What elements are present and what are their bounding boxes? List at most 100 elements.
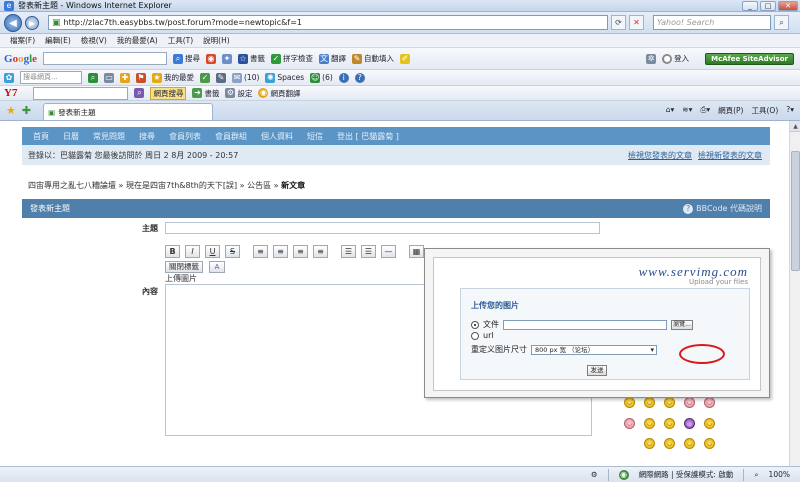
google-search-button[interactable]: ⌕ 搜尋 (173, 53, 200, 64)
msn-check-icon[interactable]: ✓ (200, 72, 210, 83)
msn-favorites-button[interactable]: ★ 我的最愛 (152, 72, 194, 83)
msn-messenger-button[interactable]: ☺ (6) (310, 72, 333, 83)
smiley-icon[interactable]: ◡ (644, 397, 655, 408)
msn-edit-icon[interactable]: ✎ (216, 72, 226, 83)
msn-info-icon[interactable]: i (338, 72, 349, 83)
menu-view[interactable]: 檢視(V) (81, 35, 107, 46)
scroll-up-icon[interactable]: ▲ (790, 121, 800, 132)
search-input[interactable]: Yahoo! Search (653, 15, 771, 30)
nav-profile[interactable]: 個人資料 (261, 131, 293, 142)
nav-logout[interactable]: 登出 [ 巴貓露菊 ] (337, 131, 399, 142)
yahoo-web-search-button[interactable]: 網頁搜尋 (150, 86, 187, 100)
image-icon[interactable]: ▦ (409, 245, 424, 258)
align-center-icon[interactable]: ≡ (273, 245, 288, 258)
smiley-icon[interactable]: ◡ (664, 438, 675, 449)
home-icon[interactable]: ⌂▾ (666, 105, 675, 116)
back-button[interactable]: ◀ (4, 13, 22, 32)
page-menu-button[interactable]: 網頁(P) (718, 105, 743, 116)
upload-image-link[interactable]: 上傳圖片 (165, 273, 197, 284)
autofill-button[interactable]: ✎ 自動填入 (352, 53, 394, 64)
menu-file[interactable]: 檔案(F) (10, 35, 35, 46)
spellcheck-button[interactable]: ✓ 拼字檢查 (271, 53, 313, 64)
bbcode-help-link[interactable]: ? BBCode 代碼說明 (683, 203, 762, 214)
strike-button[interactable]: S (225, 245, 240, 258)
search-go-icon[interactable]: ⌕ (774, 15, 789, 30)
menu-edit[interactable]: 編輯(E) (45, 35, 71, 46)
breadcrumb-forum[interactable]: 四宙專用之亂七八糟論壇 (28, 181, 116, 190)
zoom-level[interactable]: 100% (769, 470, 790, 479)
menu-favorites[interactable]: 我的最愛(A) (117, 35, 158, 46)
msn-search-input[interactable]: 搜尋網頁... (20, 71, 82, 84)
smiley-icon[interactable]: ◡ (704, 418, 715, 429)
pig-smiley-icon[interactable]: ◡ (624, 418, 635, 429)
msn-spaces-button[interactable]: ✺ Spaces (265, 72, 304, 83)
smiley-icon[interactable]: ◡ (624, 397, 635, 408)
minimize-button[interactable]: _ (742, 1, 758, 11)
hr-icon[interactable]: — (381, 245, 396, 258)
zoom-icon[interactable]: ⌕ (754, 470, 758, 480)
view-your-posts-link[interactable]: 檢視您發表的文章 (628, 150, 692, 161)
google-login-button[interactable]: ● 登入 (662, 53, 689, 64)
close-tags-button[interactable]: 關閉標籤 (165, 261, 203, 273)
yahoo-search-icon[interactable]: ⌕ (134, 88, 145, 98)
file-path-input[interactable] (503, 319, 667, 330)
url-radio[interactable] (471, 331, 479, 340)
print-icon[interactable]: ⎙▾ (700, 105, 710, 116)
yahoo-translate-button[interactable]: ◉ 網頁翻譯 (258, 88, 300, 99)
breadcrumb-category[interactable]: 現在是四宙7th&8th的天下[誤] (126, 181, 237, 190)
mcafee-siteadvisor-button[interactable]: McAfee SiteAdvisor (705, 52, 794, 65)
align-left-icon[interactable]: ≡ (253, 245, 268, 258)
bold-button[interactable]: B (165, 245, 180, 258)
add-favorites-icon[interactable]: ✚ (22, 104, 31, 117)
file-radio[interactable] (471, 320, 479, 329)
forward-button[interactable]: ▶ (25, 15, 39, 30)
pig-smiley-icon[interactable]: ◡ (684, 397, 695, 408)
help-menu-icon[interactable]: ?▾ (786, 105, 794, 116)
msn-mail-button[interactable]: ✉ (10) (232, 72, 259, 83)
nav-groups[interactable]: 會員群組 (215, 131, 247, 142)
bullet-list-icon[interactable]: ☰ (341, 245, 356, 258)
vertical-scrollbar[interactable]: ▲ (789, 121, 800, 466)
feeds-icon[interactable]: ≋▾ (682, 105, 692, 116)
align-right-icon[interactable]: ≡ (293, 245, 308, 258)
google-share-icon[interactable]: ✦ (222, 53, 233, 64)
size-select[interactable]: 800 px 宽 （论坛） (531, 344, 657, 355)
msn-highlight-icon[interactable]: ✚ (120, 72, 130, 83)
browse-button[interactable]: 瀏覽... (671, 319, 693, 330)
smiley-icon[interactable]: ◡ (684, 438, 695, 449)
msn-help-icon[interactable]: ? (354, 72, 365, 83)
google-search-input[interactable] (43, 52, 168, 65)
yahoo-search-input[interactable] (33, 86, 129, 100)
pencil-icon[interactable]: ✐ (400, 53, 411, 64)
msn-flag-icon[interactable]: ⚑ (136, 72, 146, 83)
google-bookmarks-button[interactable]: ☆ 書籤 (238, 53, 265, 64)
nav-calendar[interactable]: 日曆 (63, 131, 79, 142)
yahoo-settings-button[interactable]: ⚙ 設定 (225, 88, 252, 99)
menu-tools[interactable]: 工具(T) (168, 35, 193, 46)
google-tool-icon[interactable]: ◉ (206, 53, 217, 64)
stop-button[interactable]: ✕ (629, 15, 644, 30)
translate-button[interactable]: 文翻譯 (319, 53, 346, 64)
yahoo-bookmarks-button[interactable]: ➜ 書籤 (192, 88, 219, 99)
breadcrumb-board[interactable]: 公告區 (247, 181, 271, 190)
italic-button[interactable]: I (185, 245, 200, 258)
smiley-icon[interactable]: ◡ (664, 418, 675, 429)
tools-menu-button[interactable]: 工具(O) (751, 105, 778, 116)
font-icon[interactable]: A (209, 261, 225, 273)
send-button[interactable]: 发送 (587, 365, 607, 376)
number-list-icon[interactable]: ☰ (361, 245, 376, 258)
scroll-thumb[interactable] (791, 151, 800, 271)
msn-page-icon[interactable]: ▭ (104, 72, 114, 83)
underline-button[interactable]: U (205, 245, 220, 258)
maximize-button[interactable]: □ (760, 1, 776, 11)
menu-help[interactable]: 說明(H) (203, 35, 230, 46)
url-input[interactable]: ▣ http://zlac7th.easybbs.tw/post.forum?m… (48, 15, 608, 30)
nav-search[interactable]: 搜尋 (139, 131, 155, 142)
wrench-icon[interactable]: ✲ (646, 53, 657, 64)
nav-faq[interactable]: 常見問題 (93, 131, 125, 142)
nav-messages[interactable]: 短信 (307, 131, 323, 142)
pig-smiley-icon[interactable]: ◡ (704, 397, 715, 408)
close-window-button[interactable]: ✕ (778, 1, 798, 11)
msn-search-icon[interactable]: ⌕ (88, 72, 98, 83)
favorites-center-icon[interactable]: ★ (6, 104, 16, 117)
